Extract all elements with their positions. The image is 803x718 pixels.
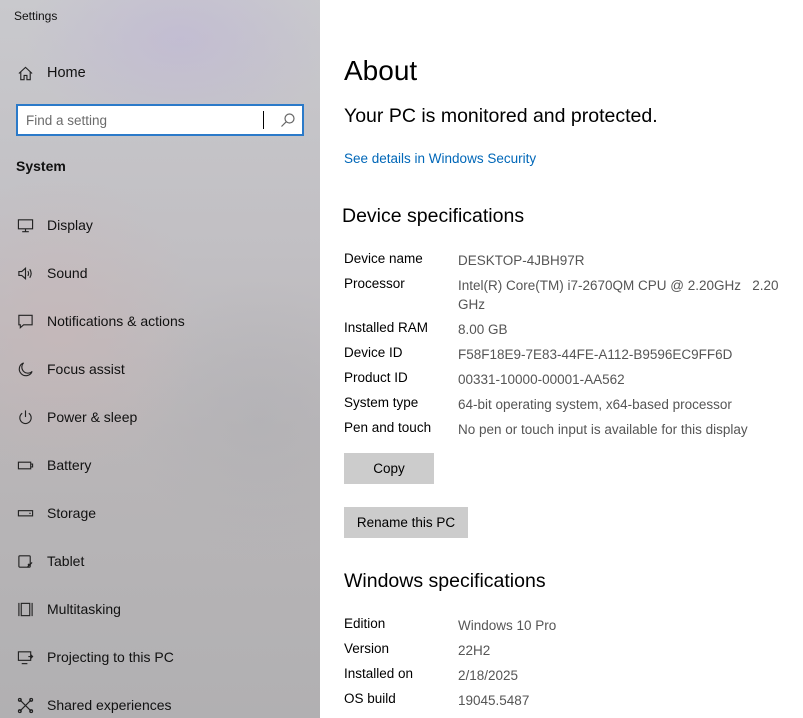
sidebar-item-label: Tablet [47, 553, 85, 569]
spec-value: Windows 10 Pro [458, 618, 557, 633]
spec-key: Version [344, 641, 390, 656]
sidebar-item-label: Projecting to this PC [47, 649, 174, 665]
moon-icon [16, 360, 34, 378]
spec-value: 00331-10000-00001-AA562 [458, 372, 625, 387]
spec-value: No pen or touch input is available for t… [458, 422, 748, 437]
notification-icon [16, 312, 34, 330]
sidebar-item-shared-experiences[interactable]: Shared experiences [0, 685, 320, 718]
copy-button[interactable]: Copy [344, 453, 434, 484]
spec-key: Edition [344, 616, 386, 631]
sidebar-item-label: Battery [47, 457, 92, 473]
sidebar-item-power-sleep[interactable]: Power & sleep [0, 397, 320, 437]
text-caret [263, 111, 264, 129]
security-details-link[interactable]: See details in Windows Security [344, 151, 536, 166]
page-title: About [344, 55, 418, 86]
sidebar-item-label: Focus assist [47, 361, 125, 377]
spec-key: Installed on [344, 666, 414, 681]
spec-value: 8.00 GB [458, 322, 508, 337]
storage-icon [16, 504, 34, 522]
windows-specs-heading: Windows specifications [344, 570, 546, 592]
spec-value: Intel(R) Core(TM) i7-2670QM CPU @ 2.20GH… [458, 278, 783, 312]
sidebar-item-label: Multitasking [47, 601, 121, 617]
spec-key: OS build [344, 691, 396, 706]
search-icon[interactable] [280, 112, 296, 128]
sidebar: Settings Home System Display Sound Notif… [0, 0, 320, 718]
tablet-icon [16, 552, 34, 570]
sidebar-item-multitasking[interactable]: Multitasking [0, 589, 320, 629]
speaker-icon [16, 264, 34, 282]
sidebar-item-label: Power & sleep [47, 409, 138, 425]
spec-value: F58F18E9-7E83-44FE-A112-B9596EC9FF6D [458, 347, 733, 362]
sidebar-item-home[interactable]: Home [0, 53, 320, 93]
spec-key: Processor [344, 276, 405, 291]
power-icon [16, 408, 34, 426]
spec-value: 64-bit operating system, x64-based proce… [458, 397, 732, 412]
protection-status: Your PC is monitored and protected. [344, 105, 658, 127]
spec-key: Device name [344, 251, 423, 266]
sidebar-item-tablet[interactable]: Tablet [0, 541, 320, 581]
home-icon [16, 64, 34, 82]
spec-key: System type [344, 395, 419, 410]
spec-key: Installed RAM [344, 320, 429, 335]
monitor-icon [16, 216, 34, 234]
spec-key: Pen and touch [344, 420, 432, 435]
sidebar-item-label: Display [47, 217, 93, 233]
rename-pc-button[interactable]: Rename this PC [344, 507, 468, 538]
sidebar-item-label: Storage [47, 505, 97, 521]
window-title: Settings [14, 9, 58, 23]
battery-icon [16, 456, 34, 474]
sidebar-item-label: Notifications & actions [47, 313, 185, 329]
device-specs-heading: Device specifications [342, 205, 525, 227]
projecting-icon [16, 648, 34, 666]
sidebar-item-label: Sound [47, 265, 88, 281]
multitasking-icon [16, 600, 34, 618]
main-content: About Your PC is monitored and protected… [320, 0, 803, 718]
sidebar-item-label: Home [47, 65, 86, 81]
sidebar-item-storage[interactable]: Storage [0, 493, 320, 533]
sidebar-item-battery[interactable]: Battery [0, 445, 320, 485]
spec-key: Product ID [344, 370, 408, 385]
spec-value: 22H2 [458, 643, 491, 658]
sidebar-item-notifications[interactable]: Notifications & actions [0, 301, 320, 341]
sidebar-item-sound[interactable]: Sound [0, 253, 320, 293]
section-label: System [16, 158, 66, 174]
search-box[interactable] [16, 104, 304, 136]
sidebar-item-label: Shared experiences [47, 697, 172, 713]
search-input[interactable] [26, 111, 266, 129]
spec-value: 2/18/2025 [458, 668, 519, 683]
spec-value: 19045.5487 [458, 693, 530, 708]
spec-value: DESKTOP-4JBH97R [458, 253, 585, 268]
shared-experiences-icon [16, 696, 34, 714]
spec-key: Device ID [344, 345, 403, 360]
sidebar-item-projecting[interactable]: Projecting to this PC [0, 637, 320, 677]
sidebar-item-focus-assist[interactable]: Focus assist [0, 349, 320, 389]
sidebar-item-display[interactable]: Display [0, 205, 320, 245]
